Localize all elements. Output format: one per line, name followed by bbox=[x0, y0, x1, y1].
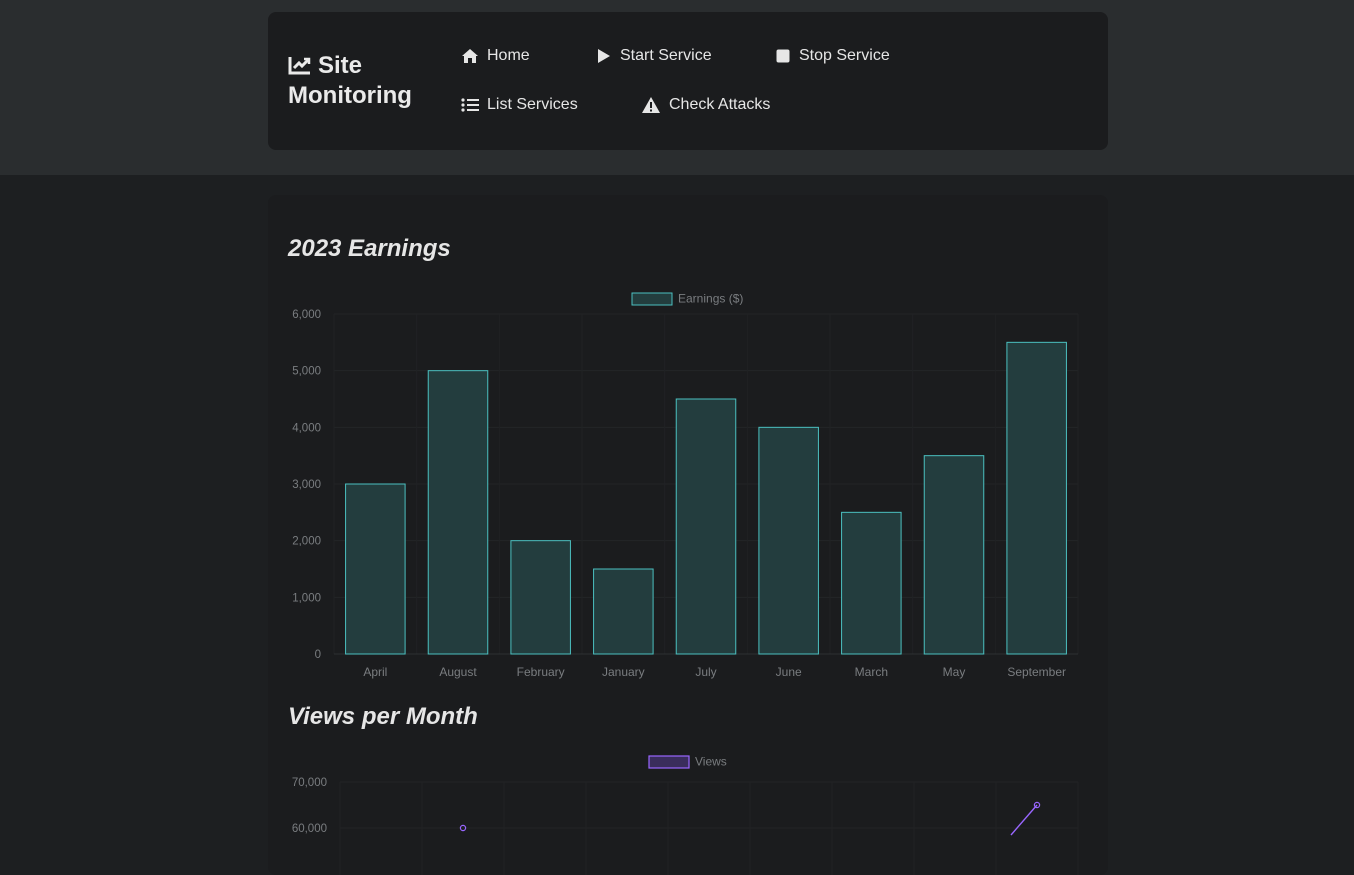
nav-start-service[interactable]: Start Service bbox=[596, 47, 712, 65]
nav-check-attacks-label: Check Attacks bbox=[669, 96, 771, 113]
warning-icon bbox=[641, 96, 661, 114]
navbar: Site Monitoring Home Start Service Stop … bbox=[268, 12, 1108, 150]
y-tick-label: 0 bbox=[315, 649, 321, 661]
nav-start-service-label: Start Service bbox=[620, 47, 712, 64]
home-icon bbox=[461, 48, 479, 64]
x-tick-label: September bbox=[1007, 665, 1066, 679]
earnings-title: 2023 Earnings bbox=[288, 235, 451, 262]
nav-home-label: Home bbox=[487, 47, 530, 64]
y-tick-label: 2,000 bbox=[292, 536, 321, 548]
y-tick-label: 3,000 bbox=[292, 479, 321, 491]
nav-list-services[interactable]: List Services bbox=[461, 96, 578, 114]
bar-may bbox=[923, 455, 985, 655]
list-icon bbox=[461, 97, 479, 113]
x-tick-label: April bbox=[363, 665, 387, 679]
legend-label-earnings: Earnings ($) bbox=[678, 292, 743, 306]
bar-february bbox=[510, 540, 571, 655]
x-tick-label: July bbox=[695, 665, 716, 679]
y-tick-label: 4,000 bbox=[292, 422, 321, 434]
y-tick-label: 5,000 bbox=[292, 366, 321, 378]
x-tick-label: March bbox=[855, 665, 888, 679]
bar-april bbox=[345, 483, 406, 655]
y-tick-label: 60,000 bbox=[292, 823, 327, 835]
nav-stop-service[interactable]: Stop Service bbox=[775, 47, 890, 65]
bar-june bbox=[758, 426, 819, 655]
legend-swatch-views bbox=[648, 755, 690, 769]
y-tick-label: 1,000 bbox=[292, 592, 321, 604]
nav-stop-service-label: Stop Service bbox=[799, 47, 890, 64]
x-tick-label: February bbox=[517, 665, 565, 679]
legend-label-views: Views bbox=[695, 755, 727, 769]
x-tick-label: August bbox=[439, 665, 477, 679]
y-tick-label: 70,000 bbox=[292, 777, 327, 789]
nav-check-attacks[interactable]: Check Attacks bbox=[641, 96, 770, 114]
legend-swatch-earnings bbox=[631, 292, 673, 306]
views-chart: Views 70,000 60,000 bbox=[292, 755, 1079, 875]
nav-home[interactable]: Home bbox=[461, 47, 530, 65]
content-card: 2023 Earnings Earnings ($) 0 1,000 2,000 3,0… bbox=[268, 195, 1108, 875]
views-title: Views per Month bbox=[288, 703, 478, 730]
brand[interactable]: Site Monitoring bbox=[288, 52, 448, 110]
bar-august bbox=[427, 370, 489, 655]
bar-january bbox=[593, 568, 654, 655]
bar-july bbox=[675, 398, 737, 655]
x-tick-label: January bbox=[602, 665, 645, 679]
stop-icon bbox=[775, 48, 791, 64]
y-tick-label: 6,000 bbox=[292, 309, 321, 321]
play-icon bbox=[596, 48, 612, 64]
bar-september bbox=[1006, 341, 1067, 655]
chart-line-icon bbox=[288, 54, 312, 82]
bar-march bbox=[841, 511, 902, 655]
earnings-chart: Earnings ($) 0 1,000 2,000 3,000 4,000 5,000 6,… bbox=[292, 292, 1079, 679]
x-tick-label: May bbox=[943, 665, 966, 679]
x-tick-label: June bbox=[776, 665, 802, 679]
nav-list-services-label: List Services bbox=[487, 96, 578, 113]
